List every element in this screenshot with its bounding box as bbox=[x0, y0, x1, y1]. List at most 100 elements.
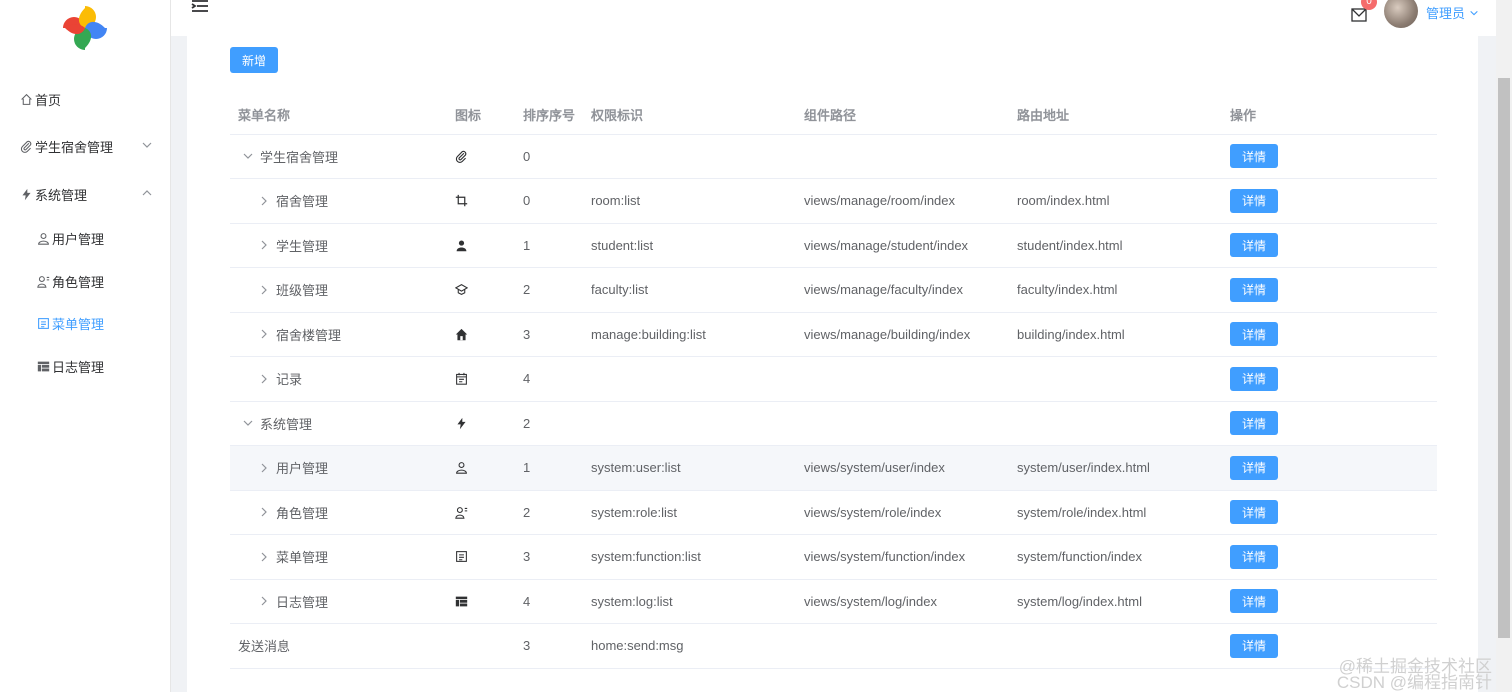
user-name-label: 管理员 bbox=[1426, 6, 1466, 21]
table-row[interactable]: 用户管理 1 system:user:list views/system/user/i… bbox=[230, 445, 1437, 491]
route-address-cell bbox=[1009, 134, 1222, 179]
menu-name-cell: 日志管理 bbox=[230, 579, 447, 624]
chevron-right-icon[interactable] bbox=[258, 462, 270, 474]
component-path-cell: views/manage/student/index bbox=[796, 223, 1009, 268]
table-row[interactable]: 学生管理 1 student:list views/manage/student/in… bbox=[230, 223, 1437, 268]
sidebar-item-home[interactable]: 首页 bbox=[0, 79, 171, 119]
route-address-cell: building/index.html bbox=[1009, 312, 1222, 357]
detail-button[interactable]: 详情 bbox=[1230, 455, 1278, 480]
sidebar-item-menu-management[interactable]: 菜单管理 bbox=[0, 303, 171, 343]
column-header: 操作 bbox=[1222, 96, 1437, 135]
column-header: 排序序号 bbox=[515, 96, 583, 135]
table-row[interactable]: 记录 4 详情 bbox=[230, 356, 1437, 402]
table-row[interactable]: 学生宿舍管理 0 详情 bbox=[230, 134, 1437, 179]
chevron-up-icon bbox=[142, 190, 152, 196]
detail-button[interactable]: 详情 bbox=[1230, 589, 1278, 614]
icon-cell bbox=[447, 356, 515, 402]
route-address-cell: room/index.html bbox=[1009, 178, 1222, 224]
sidebar: 首页 学生宿舍管理 系统管理 用户管理 角色管理 菜单管理 日志管理 bbox=[0, 0, 171, 692]
scrollbar-thumb[interactable] bbox=[1498, 78, 1510, 638]
user-menu[interactable]: 管理员 bbox=[1426, 3, 1479, 22]
table-row[interactable]: 班级管理 2 faculty:list views/manage/faculty/in… bbox=[230, 267, 1437, 313]
sort-order-cell: 3 bbox=[515, 623, 583, 669]
add-button[interactable]: 新增 bbox=[230, 47, 278, 73]
sidebar-item-label: 角色管理 bbox=[52, 274, 105, 290]
action-cell: 详情 bbox=[1222, 401, 1437, 446]
table-row[interactable]: 发送消息 3 home:send:msg 详情 bbox=[230, 623, 1437, 669]
action-cell: 详情 bbox=[1222, 356, 1437, 402]
sidebar-item-system-management[interactable]: 系统管理 bbox=[0, 174, 171, 214]
top-header: 0 管理员 bbox=[171, 0, 1512, 36]
chevron-right-icon[interactable] bbox=[258, 284, 270, 296]
icon-cell bbox=[447, 445, 515, 491]
chevron-right-icon[interactable] bbox=[258, 239, 270, 251]
permission-cell bbox=[583, 401, 796, 446]
menu-name-cell: 记录 bbox=[230, 356, 447, 402]
detail-button[interactable]: 详情 bbox=[1230, 277, 1278, 302]
menu-name: 记录 bbox=[276, 372, 303, 388]
menu-name-cell: 学生管理 bbox=[230, 223, 447, 268]
menu-name: 日志管理 bbox=[276, 594, 329, 610]
menu-name: 班级管理 bbox=[276, 283, 329, 299]
action-cell: 详情 bbox=[1222, 579, 1437, 624]
chevron-right-icon[interactable] bbox=[258, 506, 270, 518]
chevron-right-icon[interactable] bbox=[258, 195, 270, 207]
calendar-icon bbox=[456, 373, 467, 385]
table-row[interactable]: 日志管理 4 system:log:list views/system/log/ind… bbox=[230, 579, 1437, 624]
sidebar-item-label: 用户管理 bbox=[52, 231, 105, 247]
permission-cell: system:function:list bbox=[583, 534, 796, 580]
icon-cell bbox=[447, 267, 515, 313]
avatar[interactable] bbox=[1384, 0, 1418, 28]
permission-cell: student:list bbox=[583, 223, 796, 268]
permission-cell: system:log:list bbox=[583, 579, 796, 624]
menu-name: 学生管理 bbox=[276, 238, 329, 254]
column-header: 组件路径 bbox=[796, 96, 1009, 135]
component-path-cell bbox=[796, 623, 1009, 669]
table-row[interactable]: 角色管理 2 system:role:list views/system/role/i… bbox=[230, 490, 1437, 535]
sidebar-item-dorm-management[interactable]: 学生宿舍管理 bbox=[0, 126, 171, 166]
detail-button[interactable]: 详情 bbox=[1230, 144, 1278, 169]
chevron-down-icon bbox=[142, 142, 152, 148]
chevron-right-icon[interactable] bbox=[258, 328, 270, 340]
route-address-cell: system/user/index.html bbox=[1009, 445, 1222, 491]
chevron-right-icon[interactable] bbox=[258, 373, 270, 385]
sidebar-item-role-management[interactable]: 角色管理 bbox=[0, 261, 171, 301]
chevron-right-icon[interactable] bbox=[258, 595, 270, 607]
detail-button[interactable]: 详情 bbox=[1230, 544, 1278, 569]
detail-button[interactable]: 详情 bbox=[1230, 633, 1278, 658]
sidebar-item-user-management[interactable]: 用户管理 bbox=[0, 218, 171, 258]
detail-button[interactable]: 详情 bbox=[1230, 500, 1278, 525]
detail-button[interactable]: 详情 bbox=[1230, 366, 1278, 391]
sort-order-cell: 2 bbox=[515, 490, 583, 535]
action-cell: 详情 bbox=[1222, 267, 1437, 313]
column-header: 权限标识 bbox=[583, 96, 796, 135]
icon-cell bbox=[447, 134, 515, 179]
permission-cell: home:send:msg bbox=[583, 623, 796, 669]
table-row[interactable]: 宿舍管理 0 room:list views/manage/room/index roo… bbox=[230, 178, 1437, 224]
detail-button[interactable]: 详情 bbox=[1230, 322, 1278, 347]
menu-name: 发送消息 bbox=[238, 639, 291, 655]
chevron-down-icon[interactable] bbox=[242, 150, 254, 162]
menu-name: 菜单管理 bbox=[276, 550, 329, 566]
component-path-cell: views/manage/faculty/index bbox=[796, 267, 1009, 313]
component-path-cell bbox=[796, 401, 1009, 446]
component-path-cell bbox=[796, 356, 1009, 402]
mail-icon[interactable] bbox=[1351, 8, 1367, 22]
watermark-line2: CSDN @编程指南针 bbox=[1336, 673, 1492, 692]
icon-cell bbox=[447, 312, 515, 357]
menu-name: 系统管理 bbox=[260, 416, 313, 432]
detail-button[interactable]: 详情 bbox=[1230, 233, 1278, 258]
table-row[interactable]: 菜单管理 3 system:function:list views/system/fu… bbox=[230, 534, 1437, 580]
sidebar-item-log-management[interactable]: 日志管理 bbox=[0, 346, 171, 386]
detail-button[interactable]: 详情 bbox=[1230, 188, 1278, 213]
chevron-down-icon[interactable] bbox=[242, 417, 254, 429]
table-row[interactable]: 系统管理 2 详情 bbox=[230, 401, 1437, 446]
menu-fold-icon[interactable] bbox=[191, 0, 209, 14]
detail-button[interactable]: 详情 bbox=[1230, 411, 1278, 436]
component-path-cell: views/manage/room/index bbox=[796, 178, 1009, 224]
crop-icon bbox=[455, 195, 468, 207]
table-row[interactable]: 宿舍楼管理 3 manage:building:list views/manage/b… bbox=[230, 312, 1437, 357]
menu-name: 宿舍楼管理 bbox=[276, 327, 342, 343]
route-address-cell: student/index.html bbox=[1009, 223, 1222, 268]
chevron-right-icon[interactable] bbox=[258, 551, 270, 563]
